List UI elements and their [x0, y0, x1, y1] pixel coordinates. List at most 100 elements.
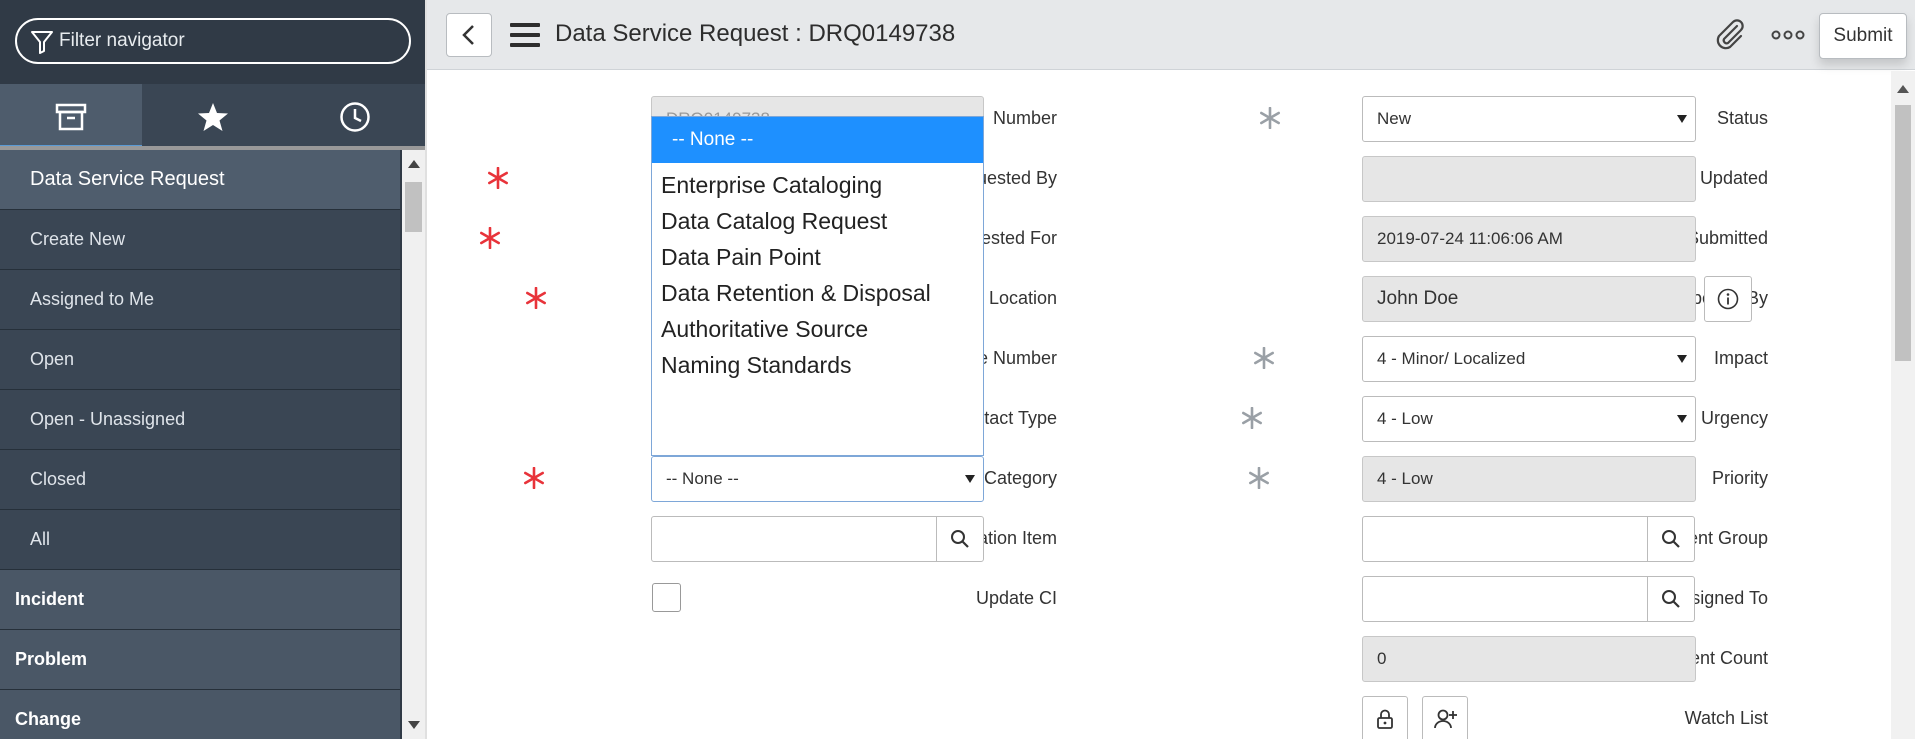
nav-app-problem[interactable]: Problem	[0, 630, 400, 690]
status-select[interactable]: New	[1362, 96, 1696, 142]
tab-history[interactable]	[284, 84, 426, 150]
nav-item-closed[interactable]: Closed	[0, 450, 400, 510]
clock-icon	[340, 102, 370, 132]
nav-item-open-unassigned[interactable]: Open - Unassigned	[0, 390, 400, 450]
filter-navigator-input[interactable]	[59, 26, 399, 56]
tab-all-applications[interactable]	[0, 84, 142, 150]
opened-by-value: John Doe	[1377, 288, 1459, 309]
nav-item-all[interactable]: All	[0, 510, 400, 570]
urgency-select[interactable]: 4 - Low	[1362, 396, 1696, 442]
nav-app-label: Problem	[15, 649, 88, 669]
scrollbar-thumb[interactable]	[405, 182, 422, 232]
nav-app-incident[interactable]: Incident	[0, 570, 400, 630]
module-header-data-service-request[interactable]: Data Service Request	[0, 150, 400, 210]
status-value: New	[1377, 109, 1412, 128]
nav-app-change[interactable]: Change	[0, 690, 400, 739]
scroll-up-arrow-icon[interactable]	[1897, 85, 1909, 93]
updated-field	[1362, 156, 1696, 202]
back-button[interactable]	[446, 13, 492, 57]
more-options-icon[interactable]	[1771, 28, 1805, 42]
dropdown-option-enterprise-cataloging[interactable]: Enterprise Cataloging	[652, 167, 983, 203]
category-select[interactable]: -- None --	[651, 456, 984, 502]
submit-button[interactable]: Submit	[1819, 13, 1907, 59]
navigator-list: Data Service Request Create New Assigned…	[0, 150, 400, 739]
paperclip-icon[interactable]	[1713, 18, 1747, 52]
required-asterisk-icon	[523, 467, 545, 489]
required-asterisk-gray-icon	[1259, 107, 1281, 129]
form-scrollbar[interactable]	[1891, 71, 1915, 739]
navigator-scrollbar[interactable]	[402, 150, 425, 739]
nav-app-label: Change	[15, 709, 82, 729]
urgency-value: 4 - Low	[1377, 409, 1433, 428]
required-asterisk-gray-icon	[1253, 347, 1275, 369]
dropdown-option-none[interactable]: -- None --	[652, 117, 983, 163]
chevron-down-icon	[965, 475, 975, 483]
add-user-icon	[1434, 709, 1457, 729]
impact-value: 4 - Minor/ Localized	[1377, 349, 1526, 368]
dropdown-option-data-catalog-request[interactable]: Data Catalog Request	[652, 203, 983, 239]
star-icon	[198, 103, 228, 131]
watch-list-add-me-button[interactable]	[1422, 696, 1468, 739]
category-value: -- None --	[666, 469, 739, 488]
assignment-group-lookup-button[interactable]	[1647, 516, 1695, 562]
chevron-down-icon	[1677, 115, 1687, 123]
dropdown-option-authoritative-source[interactable]: Authoritative Source	[652, 311, 983, 347]
nav-item-label: Closed	[30, 469, 87, 489]
required-asterisk-icon	[525, 287, 547, 309]
update-ci-label: Update CI	[975, 588, 1057, 608]
category-dropdown-list[interactable]: -- None -- Enterprise Cataloging Data Ca…	[651, 116, 984, 456]
configuration-item-input[interactable]	[651, 516, 937, 562]
required-asterisk-gray-icon	[1241, 407, 1263, 429]
location-label: Location	[988, 288, 1057, 308]
nav-app-label: Incident	[15, 589, 85, 609]
configuration-item-lookup-button[interactable]	[936, 516, 984, 562]
hamburger-menu-icon[interactable]	[510, 23, 540, 47]
nav-item-label: Assigned to Me	[30, 289, 155, 309]
nav-item-label: Open	[30, 349, 75, 369]
assigned-to-lookup-button[interactable]	[1647, 576, 1695, 622]
reassignment-count-field: 0	[1362, 636, 1696, 682]
assignment-group-input[interactable]	[1362, 516, 1648, 562]
chevron-down-icon	[1677, 415, 1687, 423]
data-service-request-form: Number Requested By Requested For Locati…	[427, 71, 1887, 739]
search-icon	[951, 530, 969, 548]
nav-item-create-new[interactable]: Create New	[0, 210, 400, 270]
dropdown-option-data-pain-point[interactable]: Data Pain Point	[652, 239, 983, 275]
required-asterisk-gray-icon	[1248, 467, 1270, 489]
chevron-left-icon	[462, 25, 474, 45]
filter-box[interactable]	[15, 18, 411, 64]
impact-select[interactable]: 4 - Minor/ Localized	[1362, 336, 1696, 382]
date-submitted-field: 2019-07-24 11:06:06 AM	[1362, 216, 1696, 262]
scrollbar-thumb[interactable]	[1895, 105, 1911, 361]
category-label: Category	[983, 468, 1057, 488]
search-icon	[1662, 530, 1680, 548]
dropdown-option-data-retention-disposal[interactable]: Data Retention & Disposal	[652, 275, 983, 311]
assigned-to-input[interactable]	[1362, 576, 1648, 622]
nav-item-label: Data Service Request	[30, 168, 225, 190]
nav-item-label: All	[30, 529, 51, 549]
scroll-down-arrow-icon[interactable]	[408, 721, 420, 729]
update-ci-checkbox[interactable]	[652, 583, 681, 612]
priority-label: Priority	[1711, 468, 1768, 488]
updated-label: Updated	[1699, 168, 1768, 188]
nav-item-label: Create New	[30, 229, 126, 249]
opened-by-info-button[interactable]	[1704, 276, 1752, 322]
info-icon	[1717, 288, 1739, 310]
nav-item-open[interactable]: Open	[0, 330, 400, 390]
nav-item-assigned-to-me[interactable]: Assigned to Me	[0, 270, 400, 330]
nav-item-label: Open - Unassigned	[30, 409, 186, 429]
scroll-up-arrow-icon[interactable]	[408, 160, 420, 168]
dropdown-option-naming-standards[interactable]: Naming Standards	[652, 347, 983, 383]
urgency-label: Urgency	[1700, 408, 1768, 428]
watch-list-label: Watch List	[1684, 708, 1768, 728]
required-asterisk-icon	[487, 167, 509, 189]
status-label: Status	[1716, 108, 1768, 128]
number-label: Number	[992, 108, 1057, 128]
required-asterisk-icon	[479, 227, 501, 249]
priority-field: 4 - Low	[1362, 456, 1696, 502]
watch-list-lock-button[interactable]	[1362, 696, 1408, 739]
application-navigator: Data Service Request Create New Assigned…	[0, 0, 427, 739]
navigator-tabs	[0, 84, 427, 150]
tab-favorites[interactable]	[142, 84, 284, 150]
filter-icon	[31, 31, 53, 54]
